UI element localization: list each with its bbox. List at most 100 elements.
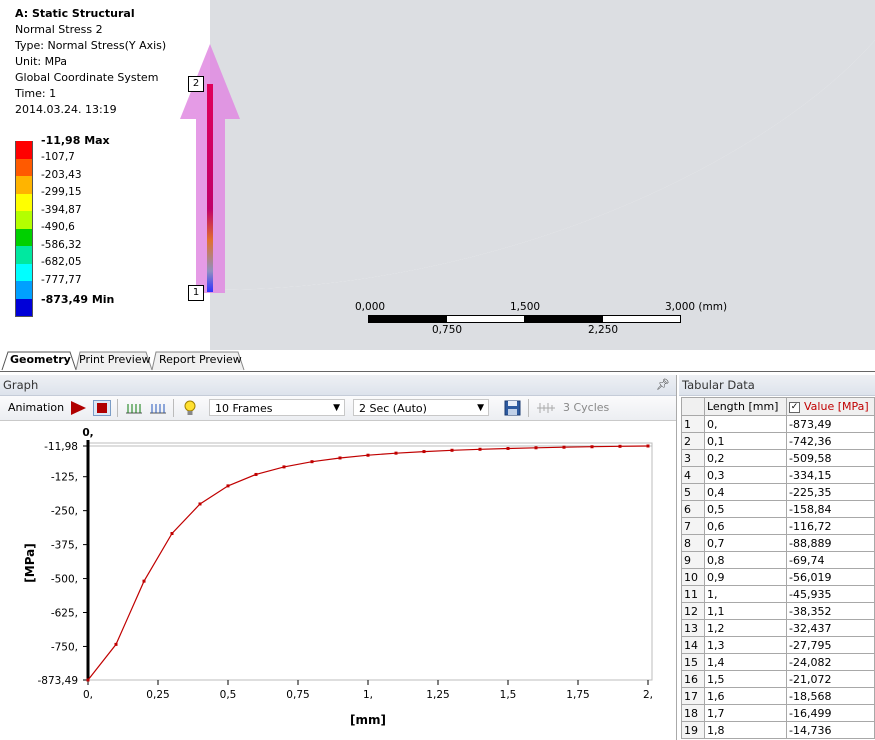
- path-end-marker[interactable]: 2: [188, 76, 204, 92]
- frames-value: 10 Frames: [215, 402, 273, 415]
- table-row[interactable]: 11 1, -45,935: [681, 585, 875, 603]
- length-cell: 0,2: [704, 449, 787, 467]
- table-row[interactable]: 12 1,1 -38,352: [681, 602, 875, 620]
- play-icon[interactable]: [70, 401, 86, 415]
- value-cell: -38,352: [786, 602, 875, 620]
- data-point: [226, 484, 230, 488]
- length-cell: 1,3: [704, 636, 787, 654]
- cursor-label: 0,: [82, 427, 93, 439]
- table-row[interactable]: 18 1,7 -16,499: [681, 704, 875, 722]
- value-cell: -873,49: [786, 415, 875, 433]
- scale-label: 2,250: [588, 324, 619, 336]
- table-row[interactable]: 7 0,6 -116,72: [681, 517, 875, 535]
- tabular-data-table[interactable]: Length [mm] ✓ Value [MPa] 1 0, -873,49 2 0,1-…: [681, 397, 875, 739]
- lightbulb-icon[interactable]: [184, 400, 196, 416]
- distributed-frames-icon[interactable]: [126, 402, 142, 414]
- scale-segment: [524, 315, 604, 323]
- y-tick-label: -11,98: [44, 441, 78, 453]
- y-tick-label: -873,49: [37, 675, 78, 687]
- legend-swatch: [15, 281, 33, 299]
- table-row[interactable]: 13 1,2 -32,437: [681, 619, 875, 637]
- scale-segment: [446, 315, 525, 323]
- checkbox-icon[interactable]: ✓: [789, 401, 800, 413]
- length-cell: 1,2: [704, 619, 787, 637]
- table-row[interactable]: 3 0,2 -509,58: [681, 449, 875, 467]
- model-viewport[interactable]: A: Static Structural Normal Stress 2 Typ…: [0, 0, 875, 350]
- scale-label: 0,750: [432, 324, 463, 336]
- length-cell: 1,5: [704, 670, 787, 688]
- table-row[interactable]: 9 0,8 -69,74: [681, 551, 875, 569]
- pin-icon[interactable]: 📌︎: [656, 375, 670, 395]
- row-index: 16: [681, 670, 705, 688]
- scale-label: 3,000 (mm): [665, 301, 728, 313]
- length-cell: 1,8: [704, 721, 787, 739]
- cycles-icon[interactable]: [537, 402, 555, 414]
- table-row[interactable]: 17 1,6 -18,568: [681, 687, 875, 705]
- table-row[interactable]: 1 0, -873,49: [681, 415, 875, 433]
- length-cell: 0,7: [704, 534, 787, 552]
- result-name: Normal Stress 2: [15, 23, 103, 36]
- cycles-label[interactable]: 3 Cycles: [563, 400, 609, 416]
- table-row[interactable]: 5 0,4 -225,35: [681, 483, 875, 501]
- row-index: 2: [681, 432, 705, 450]
- legend-max-label: -11,98 Max: [41, 134, 110, 147]
- value-cell: -32,437: [786, 619, 875, 637]
- row-index: 17: [681, 687, 705, 705]
- row-index: 7: [681, 517, 705, 535]
- result-date: 2014.03.24. 13:19: [15, 103, 117, 116]
- data-point: [450, 448, 454, 452]
- y-tick-label: -125,: [51, 472, 78, 484]
- length-cell: 0,: [704, 415, 787, 433]
- length-cell: 0,9: [704, 568, 787, 586]
- value-cell: -225,35: [786, 483, 875, 501]
- length-cell: 0,1: [704, 432, 787, 450]
- value-cell: -16,499: [786, 704, 875, 722]
- legend-swatch: [15, 141, 33, 159]
- value-cell: -18,568: [786, 687, 875, 705]
- table-row[interactable]: 15 1,4 -24,082: [681, 653, 875, 671]
- duration-dropdown[interactable]: 2 Sec (Auto) ▼: [353, 399, 489, 416]
- data-point: [478, 447, 482, 451]
- length-cell: 0,5: [704, 500, 787, 518]
- export-video-icon[interactable]: [504, 400, 521, 416]
- data-point: [562, 445, 566, 449]
- value-column-header[interactable]: ✓ Value [MPa]: [786, 397, 875, 416]
- table-row[interactable]: 19 1,8 -14,736: [681, 721, 875, 739]
- y-tick-label: -500,: [51, 574, 78, 586]
- data-point: [282, 465, 286, 469]
- table-row[interactable]: 4 0,3 -334,15: [681, 466, 875, 484]
- data-point: [366, 453, 370, 457]
- data-point: [646, 444, 650, 448]
- x-tick-label: 1,75: [566, 689, 589, 701]
- tab-geometry[interactable]: Geometry: [10, 352, 71, 368]
- row-index: 13: [681, 619, 705, 637]
- table-row[interactable]: 2 0,1 -742,36: [681, 432, 875, 450]
- stress-line-chart[interactable]: 0, -11,98 -125, -250, -375, -500, -625, -750, -8…: [0, 421, 676, 740]
- tab-report-preview[interactable]: Report Preview: [159, 352, 242, 368]
- frames-dropdown[interactable]: 10 Frames ▼: [209, 399, 345, 416]
- x-tick-label: 1,5: [500, 689, 517, 701]
- x-tick-label: 0,25: [146, 689, 169, 701]
- table-row[interactable]: 6 0,5 -158,84: [681, 500, 875, 518]
- scale-label: 0,000: [355, 301, 386, 313]
- value-cell: -24,082: [786, 653, 875, 671]
- result-sets-icon[interactable]: [150, 402, 166, 414]
- row-index: 14: [681, 636, 705, 654]
- table-row[interactable]: 8 0,7 -88,889: [681, 534, 875, 552]
- table-row[interactable]: 16 1,5 -21,072: [681, 670, 875, 688]
- table-row[interactable]: 10 0,9 -56,019: [681, 568, 875, 586]
- scale-segment: [368, 315, 448, 323]
- length-column-header[interactable]: Length [mm]: [704, 397, 787, 416]
- stop-button[interactable]: [93, 400, 111, 416]
- row-index: 5: [681, 483, 705, 501]
- length-cell: 0,8: [704, 551, 787, 569]
- value-cell: -27,795: [786, 636, 875, 654]
- tabular-data-panel: Tabular Data Length [mm] ✓ Value [MPa] 10…: [679, 375, 875, 740]
- legend-swatch: [15, 211, 33, 229]
- path-start-marker[interactable]: 1: [188, 285, 204, 301]
- x-tick-label: 0,5: [220, 689, 237, 701]
- table-row[interactable]: 14 1,3 -27,795: [681, 636, 875, 654]
- tab-print-preview[interactable]: Print Preview: [79, 352, 151, 368]
- value-cell: -14,736: [786, 721, 875, 739]
- y-tick-label: -625,: [51, 608, 78, 620]
